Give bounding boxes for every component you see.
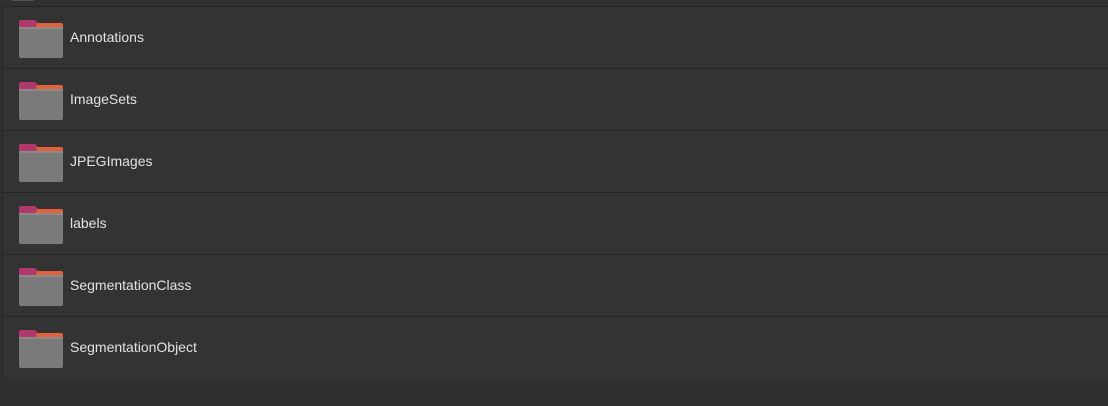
folder-list: Annotations ImageSets JPEGImages labels … bbox=[2, 6, 1108, 379]
empty-area bbox=[0, 378, 1108, 406]
folder-icon bbox=[17, 141, 65, 183]
list-item[interactable]: SegmentationObject bbox=[3, 317, 1108, 379]
list-item[interactable]: JPEGImages bbox=[3, 131, 1108, 193]
folder-name: ImageSets bbox=[70, 91, 137, 107]
folder-name: labels bbox=[70, 215, 107, 231]
folder-name: SegmentationObject bbox=[70, 339, 197, 355]
scrolled-row-remnant bbox=[12, 0, 34, 1]
folder-icon bbox=[17, 17, 65, 59]
file-list-view: Annotations ImageSets JPEGImages labels … bbox=[0, 0, 1108, 406]
list-item[interactable]: ImageSets bbox=[3, 69, 1108, 131]
folder-name: JPEGImages bbox=[70, 153, 153, 169]
folder-icon bbox=[17, 265, 65, 307]
list-item[interactable]: Annotations bbox=[3, 7, 1108, 69]
list-item[interactable]: labels bbox=[3, 193, 1108, 255]
folder-icon bbox=[17, 203, 65, 245]
list-item[interactable]: SegmentationClass bbox=[3, 255, 1108, 317]
folder-name: SegmentationClass bbox=[70, 277, 192, 293]
folder-icon bbox=[17, 327, 65, 369]
folder-name: Annotations bbox=[70, 29, 144, 45]
folder-icon bbox=[17, 79, 65, 121]
